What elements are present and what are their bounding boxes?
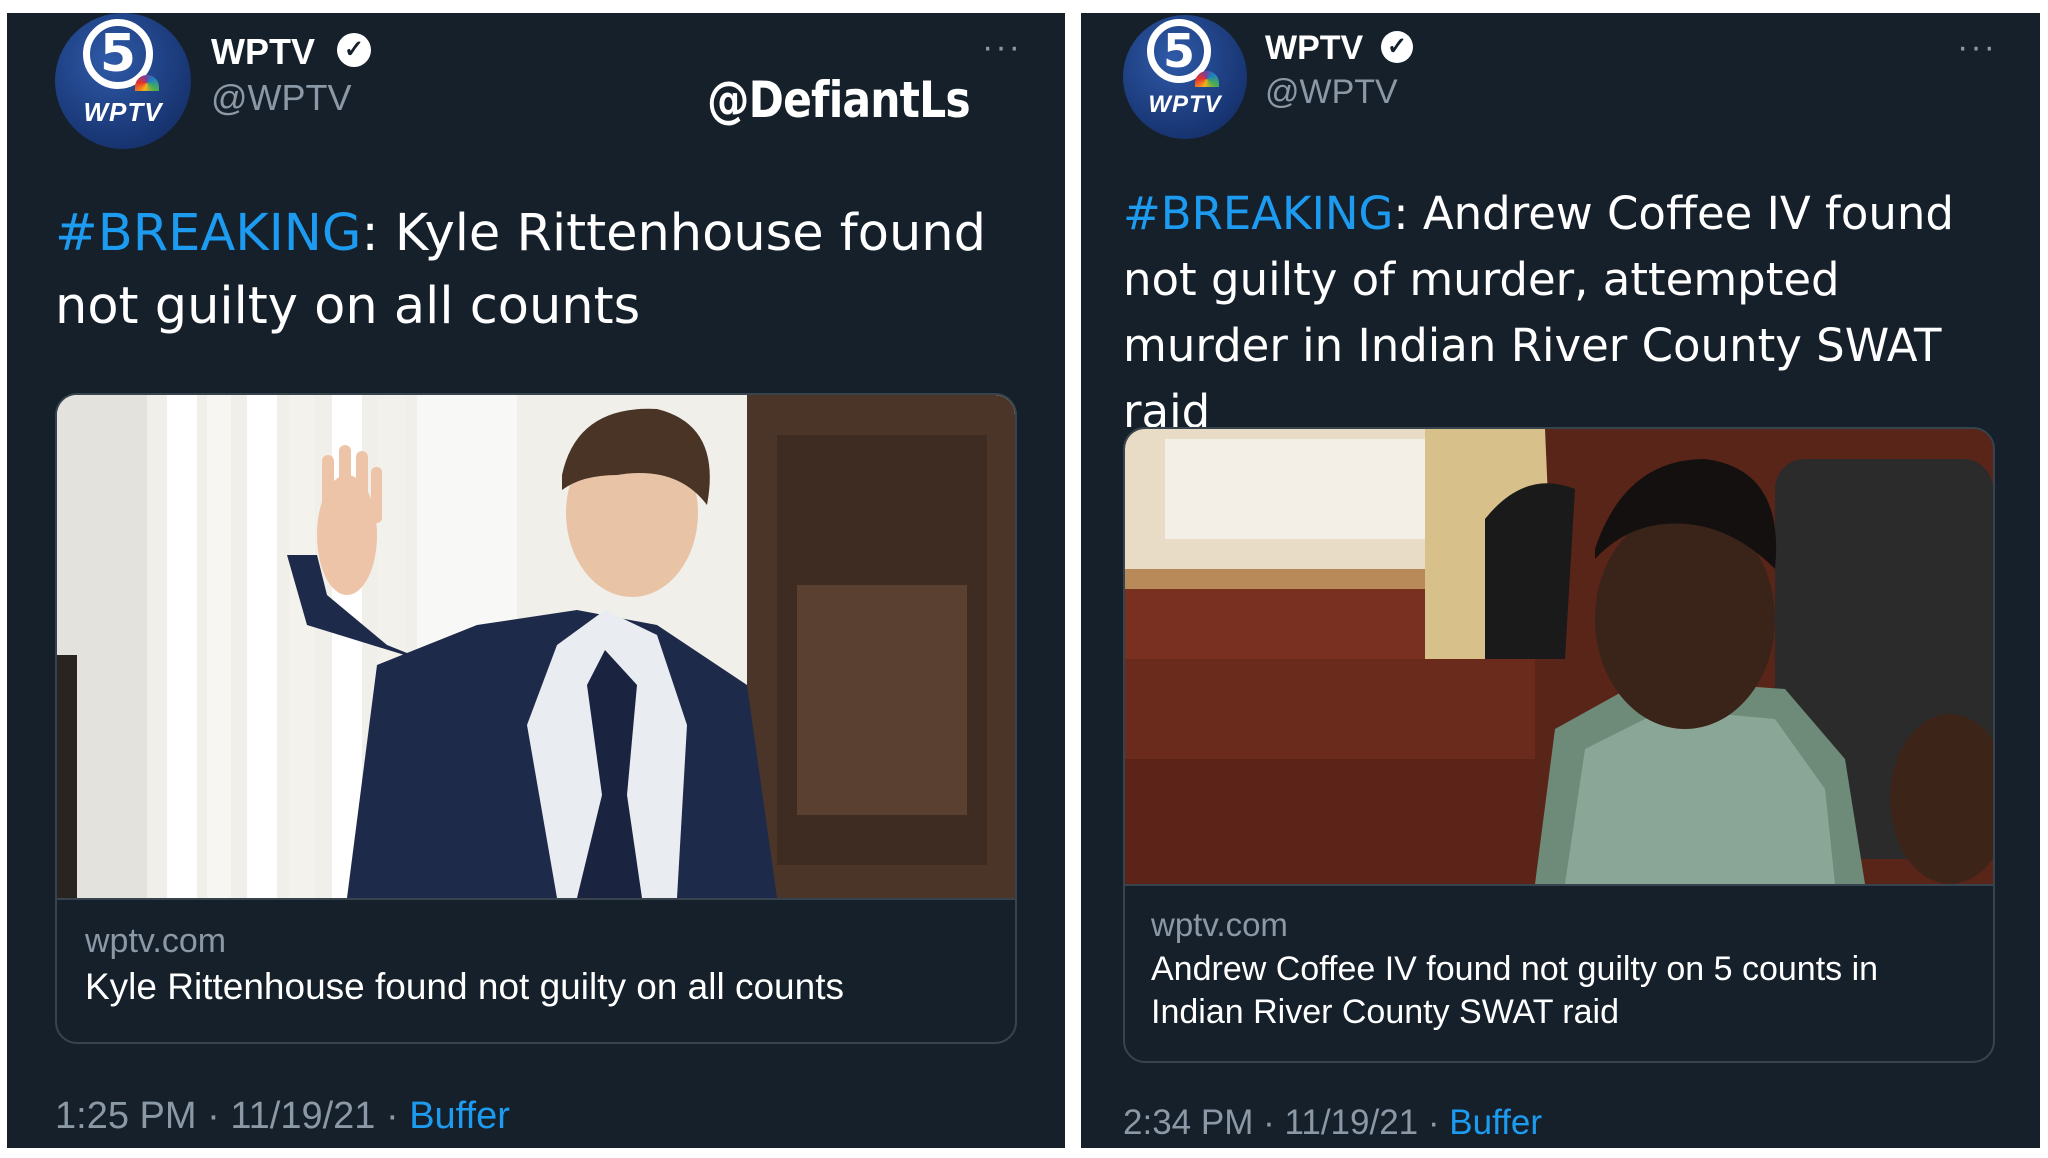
tweet-metadata: 1:25 PM · 11/19/21 · Buffer — [55, 1095, 510, 1138]
hashtag-link[interactable]: #BREAKING — [1123, 187, 1393, 240]
more-horizontal-icon[interactable]: ··· — [1957, 30, 1997, 64]
meta-separator: · — [207, 1095, 220, 1137]
tweet-metadata: 2:34 PM · 11/19/21 · Buffer — [1123, 1103, 1542, 1143]
display-name[interactable]: WPTV — [211, 31, 315, 73]
tweet-rittenhouse[interactable]: 5 WPTV WPTV ✓ @WPTV @DefiantLs ··· #BREA… — [7, 13, 1065, 1148]
tweet-source-link[interactable]: Buffer — [1449, 1103, 1542, 1142]
courtroom-photo — [1125, 429, 1993, 884]
verified-check-icon: ✓ — [337, 33, 371, 67]
avatar-wordmark: WPTV — [1148, 91, 1222, 118]
tweet-date[interactable]: 11/19/21 — [230, 1095, 375, 1137]
tweet-date[interactable]: 11/19/21 — [1284, 1103, 1418, 1142]
card-body: wptv.com Kyle Rittenhouse found not guil… — [57, 898, 1015, 1042]
card-title: Andrew Coffee IV found not guilty on 5 c… — [1151, 950, 1879, 1031]
link-card[interactable]: wptv.com Kyle Rittenhouse found not guil… — [55, 393, 1017, 1044]
meta-separator: · — [1263, 1103, 1275, 1142]
card-domain: wptv.com — [1151, 906, 1288, 943]
more-horizontal-icon[interactable]: ··· — [982, 30, 1022, 64]
card-image — [57, 395, 1015, 898]
card-domain: wptv.com — [85, 922, 227, 960]
wptv-avatar[interactable]: 5 WPTV — [1123, 15, 1247, 139]
card-title: Kyle Rittenhouse found not guilty on all… — [85, 966, 844, 1007]
wptv-avatar[interactable]: 5 WPTV — [55, 13, 191, 149]
link-card[interactable]: wptv.com Andrew Coffee IV found not guil… — [1123, 427, 1995, 1063]
tweet-coffee[interactable]: 5 WPTV WPTV ✓ @WPTV ··· #BREAKING: Andre… — [1081, 13, 2040, 1148]
meta-separator: · — [1427, 1103, 1440, 1142]
watermark-label: @DefiantLs — [707, 71, 971, 129]
nbc-peacock-icon — [1195, 71, 1219, 87]
tweet-text: #BREAKING: Kyle Rittenhouse found not gu… — [55, 197, 1015, 343]
verified-check-icon: ✓ — [1381, 31, 1413, 63]
tweet-text: #BREAKING: Andrew Coffee IV found not gu… — [1123, 181, 2003, 445]
hashtag-link[interactable]: #BREAKING — [55, 204, 361, 263]
card-body: wptv.com Andrew Coffee IV found not guil… — [1125, 884, 1993, 1061]
user-handle[interactable]: @WPTV — [1265, 73, 1398, 112]
nbc-peacock-icon — [135, 75, 159, 91]
tweet-source-link[interactable]: Buffer — [409, 1095, 510, 1137]
courtroom-photo — [57, 395, 1015, 898]
tweet-time[interactable]: 1:25 PM — [55, 1095, 197, 1137]
meta-separator: · — [385, 1095, 399, 1137]
display-name[interactable]: WPTV — [1265, 29, 1363, 68]
user-handle[interactable]: @WPTV — [211, 77, 352, 119]
tweet-time[interactable]: 2:34 PM — [1123, 1103, 1253, 1142]
avatar-wordmark: WPTV — [83, 97, 163, 127]
card-image — [1125, 429, 1993, 884]
